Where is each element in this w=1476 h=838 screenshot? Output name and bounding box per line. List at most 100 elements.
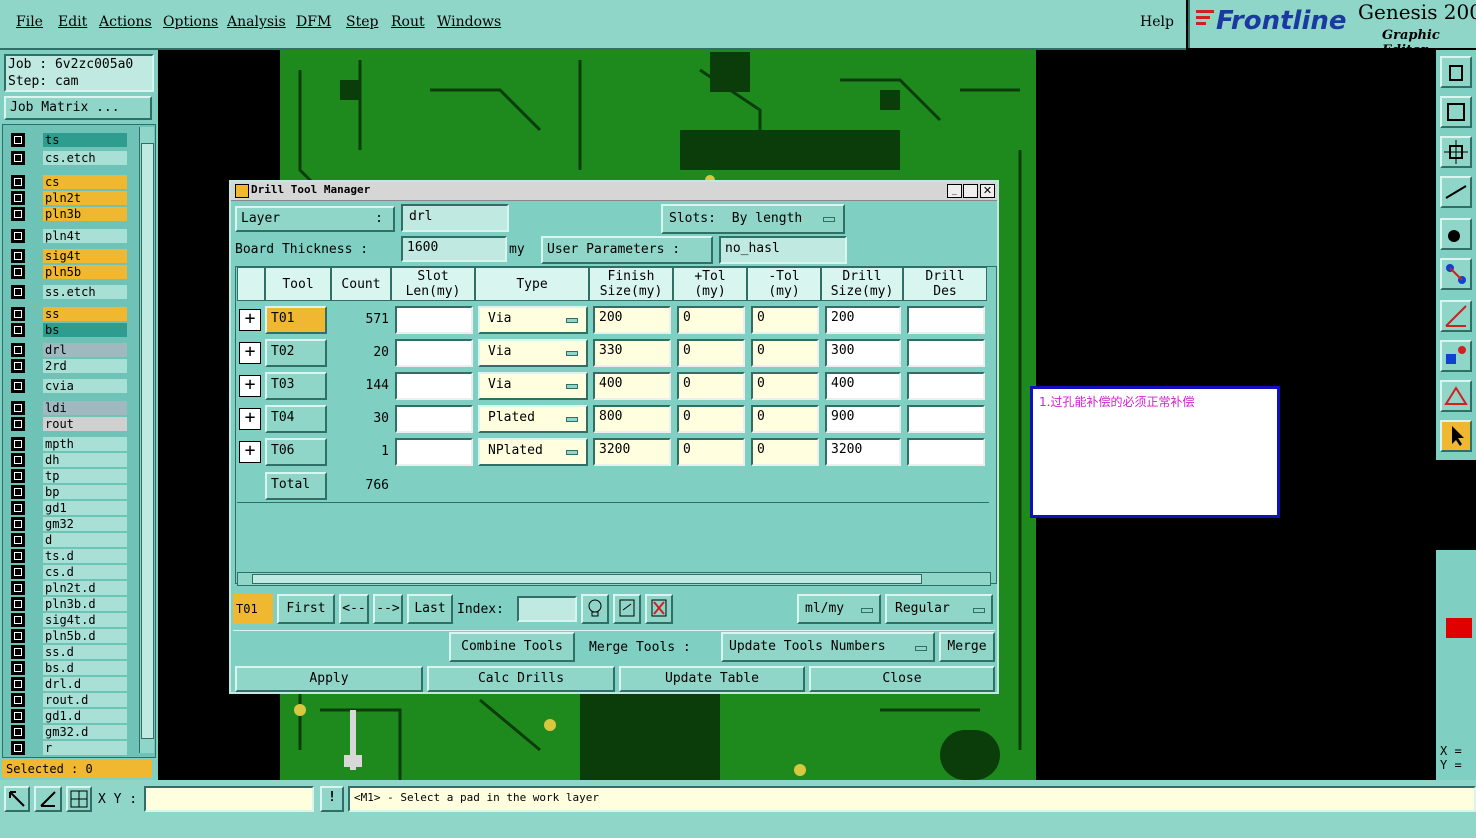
layer-row-2rd[interactable]: 2rd (11, 359, 129, 373)
layer-checkbox-icon[interactable] (11, 323, 25, 337)
layer-checkbox-icon[interactable] (11, 645, 25, 659)
plus-tol-input[interactable]: 0 (677, 372, 745, 400)
expand-icon[interactable]: + (239, 441, 261, 463)
layer-row-ts-d[interactable]: ts.d (11, 549, 129, 563)
layer-checkbox-icon[interactable] (11, 191, 25, 205)
job-matrix-button[interactable]: Job Matrix ... (4, 96, 152, 120)
last-button[interactable]: Last (407, 594, 453, 624)
layer-row-cvia[interactable]: cvia (11, 379, 129, 393)
layer-name[interactable]: cs (43, 175, 127, 189)
layer-name[interactable]: pln3b (43, 207, 127, 221)
layer-row-pln2t-d[interactable]: pln2t.d (11, 581, 129, 595)
slot-len-input[interactable] (395, 339, 473, 367)
minus-tol-input[interactable]: 0 (751, 405, 819, 433)
layer-checkbox-icon[interactable] (11, 133, 25, 147)
connect-icon[interactable] (1440, 258, 1472, 290)
layer-checkbox-icon[interactable] (11, 207, 25, 221)
layer-name[interactable]: pln5b.d (43, 629, 127, 643)
layer-row-pln5b[interactable]: pln5b (11, 265, 129, 279)
expand-icon[interactable]: + (239, 342, 261, 364)
layer-checkbox-icon[interactable] (11, 693, 25, 707)
fit-view-icon[interactable] (1440, 136, 1472, 168)
menu-edit[interactable]: Edit (58, 14, 87, 30)
layer-row-pln3b-d[interactable]: pln3b.d (11, 597, 129, 611)
layer-row-bs[interactable]: bs (11, 323, 129, 337)
layer-checkbox-icon[interactable] (11, 229, 25, 243)
layer-name[interactable]: ss.d (43, 645, 127, 659)
drill-des-input[interactable] (907, 306, 985, 334)
layer-row-gd1-d[interactable]: gd1.d (11, 709, 129, 723)
dialog-title-bar[interactable]: Drill Tool Manager _ ✕ (231, 182, 997, 201)
layer-checkbox-icon[interactable] (11, 285, 25, 299)
menu-step[interactable]: Step (346, 14, 378, 30)
layer-row-pln4t[interactable]: pln4t (11, 229, 129, 243)
alert-icon[interactable]: ! (320, 786, 344, 812)
combine-tools-button[interactable]: Combine Tools (449, 632, 575, 662)
snap-icon[interactable] (1440, 218, 1472, 250)
mode-dropdown[interactable]: Regular (885, 594, 993, 624)
layer-checkbox-icon[interactable] (11, 613, 25, 627)
layer-row-tp[interactable]: tp (11, 469, 129, 483)
drill-size-input[interactable]: 400 (825, 372, 901, 400)
layer-row-sig4t-d[interactable]: sig4t.d (11, 613, 129, 627)
layer-name[interactable]: cs.d (43, 565, 127, 579)
layer-row-cs[interactable]: cs (11, 175, 129, 189)
layer-checkbox-icon[interactable] (11, 343, 25, 357)
maximize-icon[interactable] (963, 184, 978, 198)
layer-row-ss-etch[interactable]: ss.etch (11, 285, 129, 299)
layer-name[interactable]: rout.d (43, 693, 127, 707)
finish-size-input[interactable]: 3200 (593, 438, 671, 466)
layer-name[interactable]: pln2t.d (43, 581, 127, 595)
pointer-icon[interactable] (1440, 420, 1472, 452)
layer-checkbox-icon[interactable] (11, 629, 25, 643)
update-table-button[interactable]: Update Table (619, 666, 805, 692)
close-window-icon[interactable]: ✕ (980, 184, 995, 198)
layer-name[interactable]: ss.etch (43, 285, 127, 299)
layer-row-gm32[interactable]: gm32 (11, 517, 129, 531)
layer-row-drl[interactable]: drl (11, 343, 129, 357)
close-button[interactable]: Close (809, 666, 995, 692)
slot-len-input[interactable] (395, 372, 473, 400)
layer-list-scrollbar[interactable] (139, 127, 154, 753)
menu-dfm[interactable]: DFM (296, 14, 331, 30)
layer-name[interactable]: sig4t (43, 249, 127, 263)
drill-des-input[interactable] (907, 405, 985, 433)
finish-size-input[interactable]: 800 (593, 405, 671, 433)
layer-name[interactable]: bs.d (43, 661, 127, 675)
tool-t06[interactable]: T06 (265, 438, 327, 466)
expand-icon[interactable]: + (239, 375, 261, 397)
finish-size-input[interactable]: 330 (593, 339, 671, 367)
scroll-thumb[interactable] (141, 143, 154, 739)
layer-checkbox-icon[interactable] (11, 151, 25, 165)
zoom-window-icon[interactable] (4, 786, 30, 812)
layer-name[interactable]: bp (43, 485, 127, 499)
layer-row-mpth[interactable]: mpth (11, 437, 129, 451)
layer-row-dh[interactable]: dh (11, 453, 129, 467)
plus-tol-input[interactable]: 0 (677, 438, 745, 466)
plus-tol-input[interactable]: 0 (677, 339, 745, 367)
tool-t02[interactable]: T02 (265, 339, 327, 367)
layer-name[interactable]: 2rd (43, 359, 127, 373)
layer-checkbox-icon[interactable] (11, 581, 25, 595)
layer-checkbox-icon[interactable] (11, 485, 25, 499)
layer-checkbox-icon[interactable] (11, 453, 25, 467)
xy-input[interactable] (144, 786, 314, 812)
layer-name[interactable]: mpth (43, 437, 127, 451)
layer-row-gd1[interactable]: gd1 (11, 501, 129, 515)
layer-name[interactable]: gd1 (43, 501, 127, 515)
first-button[interactable]: First (277, 594, 335, 624)
grid-icon[interactable] (66, 786, 92, 812)
layer-row-sig4t[interactable]: sig4t (11, 249, 129, 263)
layer-checkbox-icon[interactable] (11, 307, 25, 321)
layer-name[interactable]: sig4t.d (43, 613, 127, 627)
menu-rout[interactable]: Rout (391, 14, 425, 30)
layer-checkbox-icon[interactable] (11, 677, 25, 691)
board-thickness-field[interactable]: 1600 (401, 236, 507, 262)
layer-checkbox-icon[interactable] (11, 597, 25, 611)
drill-size-input[interactable]: 3200 (825, 438, 901, 466)
type-dropdown[interactable]: Via (478, 372, 588, 400)
layer-checkbox-icon[interactable] (11, 359, 25, 373)
drill-des-input[interactable] (907, 339, 985, 367)
drill-des-input[interactable] (907, 438, 985, 466)
layer-name[interactable]: ts.d (43, 549, 127, 563)
